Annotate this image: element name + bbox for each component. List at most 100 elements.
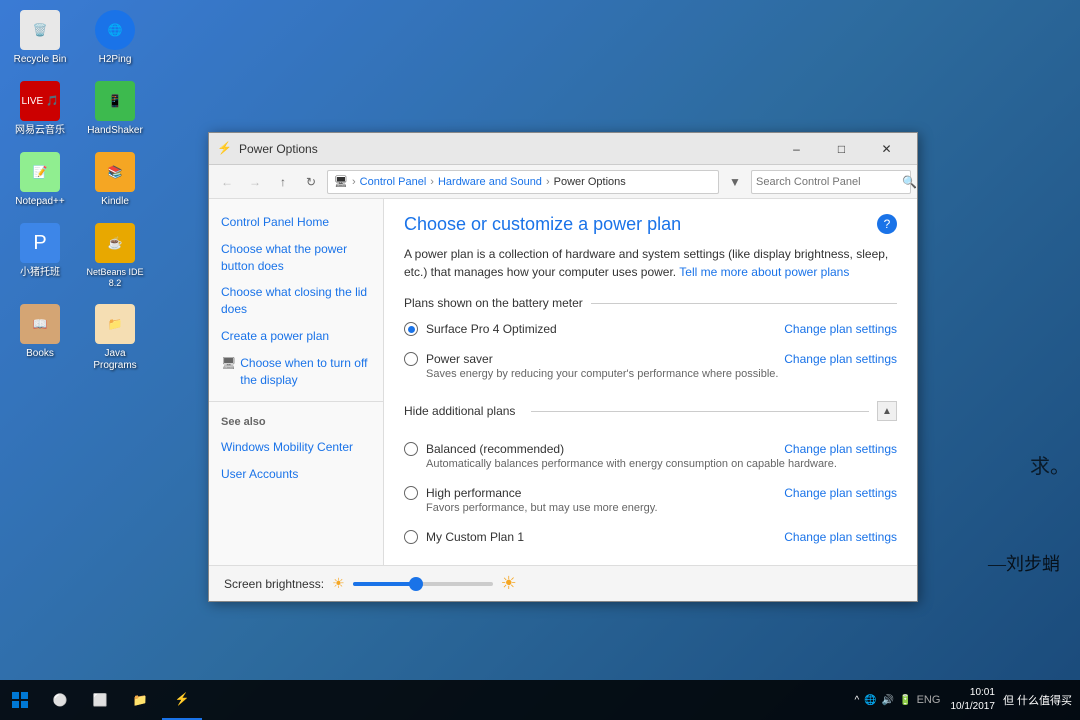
taskbar-network[interactable]: 🌐 [864, 695, 876, 706]
sidebar-item-control-panel-home[interactable]: Control Panel Home [209, 209, 383, 236]
breadcrumb-control-panel[interactable]: Control Panel [360, 176, 427, 188]
refresh-button[interactable]: ↻ [299, 170, 323, 194]
breadcrumb-hardware-sound[interactable]: Hardware and Sound [438, 176, 542, 188]
breadcrumb-icon: 🖥 [334, 175, 348, 188]
windows-logo [12, 692, 28, 708]
taskbar-battery[interactable]: 🔋 [899, 695, 911, 706]
taskbar-brand: 但 什么值得买 [995, 692, 1080, 708]
brightness-bar: Screen brightness: ☀ ☀ [209, 565, 917, 601]
taskbar-volume[interactable]: 🔊 [882, 695, 894, 706]
address-dropdown-button[interactable]: ▼ [723, 170, 747, 194]
taskbar-chevron[interactable]: ^ [855, 695, 860, 706]
search-button[interactable]: ⚪ [45, 685, 75, 715]
desktop-icon-row-2: LIVE 🎵 网易云音乐 📱 HandShaker [10, 81, 145, 137]
display-icon: 🖥 [221, 355, 236, 372]
hide-divider [531, 411, 869, 412]
plan-power-saver-label[interactable]: Power saver [404, 352, 493, 366]
sidebar-item-windows-mobility[interactable]: Windows Mobility Center [209, 434, 383, 461]
brightness-label: Screen brightness: [224, 577, 324, 591]
taskbar-apps: 📁 ⚡ [120, 680, 855, 720]
sidebar-item-user-accounts[interactable]: User Accounts [209, 461, 383, 488]
desktop: 🗑️ Recycle Bin 🌐 H2Ping LIVE 🎵 网易云音乐 📱 H… [0, 0, 1080, 720]
minimize-button[interactable]: – [774, 133, 819, 165]
brightness-slider[interactable] [353, 582, 493, 586]
desktop-icon-row-4: P 小猪托班 ☕ NetBeans IDE 8.2 [10, 223, 145, 289]
books-icon[interactable]: 📖 Books [10, 304, 70, 372]
plan-custom-label[interactable]: My Custom Plan 1 [404, 530, 524, 544]
plan-high-performance-desc: Favors performance, but may use more ene… [426, 502, 897, 514]
plan-balanced: Balanced (recommended) Change plan setti… [404, 438, 897, 474]
java-programs-icon[interactable]: 📁 Java Programs [85, 304, 145, 372]
brightness-thumb[interactable] [409, 577, 423, 591]
plan-balanced-change[interactable]: Change plan settings [784, 442, 897, 456]
kindle-icon[interactable]: 📚 Kindle [85, 152, 145, 208]
plan-high-performance: High performance Change plan settings Fa… [404, 482, 897, 518]
window-icon: ⚡ [217, 141, 233, 157]
plan-custom: My Custom Plan 1 Change plan settings [404, 526, 897, 548]
plan-surface-pro-4-radio[interactable] [404, 322, 418, 336]
desktop-icon-row-1: 🗑️ Recycle Bin 🌐 H2Ping [10, 10, 145, 66]
taskbar: ⚪ ⬜ 📁 ⚡ ^ 🌐 🔊 🔋 ENG 10:01 10/1/2017 但 什么… [0, 680, 1080, 720]
netbeans-icon[interactable]: ☕ NetBeans IDE 8.2 [85, 223, 145, 289]
plan-surface-pro-4-label[interactable]: Surface Pro 4 Optimized [404, 322, 557, 336]
learn-more-link[interactable]: Tell me more about power plans [679, 265, 849, 279]
taskbar-sys-tray: ^ 🌐 🔊 🔋 ENG [855, 694, 951, 706]
help-button[interactable]: ? [877, 214, 897, 234]
plan-custom-radio[interactable] [404, 530, 418, 544]
plan-balanced-desc: Automatically balances performance with … [426, 458, 897, 470]
taskbar-date-display: 10/1/2017 [950, 700, 995, 714]
sidebar-item-power-button[interactable]: Choose what the power button does [209, 236, 383, 280]
plan-power-saver-desc: Saves energy by reducing your computer's… [426, 368, 897, 380]
plan-power-saver-change[interactable]: Change plan settings [784, 352, 897, 366]
desktop-icon-row-5: 📖 Books 📁 Java Programs [10, 304, 145, 372]
plan-high-performance-label[interactable]: High performance [404, 486, 521, 500]
title-bar-controls: – □ ✕ [774, 133, 909, 165]
main-panel: ? Choose or customize a power plan A pow… [384, 199, 917, 565]
plan-custom-change[interactable]: Change plan settings [784, 530, 897, 544]
breadcrumb-power-options: Power Options [554, 176, 626, 188]
sidebar-item-closing-lid[interactable]: Choose what closing the lid does [209, 279, 383, 323]
close-button[interactable]: ✕ [864, 133, 909, 165]
taskbar-clock[interactable]: 10:01 10/1/2017 [950, 686, 995, 714]
plan-high-performance-radio[interactable] [404, 486, 418, 500]
address-bar: ← → ↑ ↻ 🖥 › Control Panel › Hardware and… [209, 165, 917, 199]
plan-surface-pro-4-change[interactable]: Change plan settings [784, 322, 897, 336]
plan-balanced-label[interactable]: Balanced (recommended) [404, 442, 564, 456]
forward-button[interactable]: → [243, 170, 267, 194]
up-button[interactable]: ↑ [271, 170, 295, 194]
live-icon[interactable]: LIVE 🎵 网易云音乐 [10, 81, 70, 137]
search-box: 🔍 [751, 170, 911, 194]
handshaker-icon[interactable]: 📱 HandShaker [85, 81, 145, 137]
taskbar-power-options[interactable]: ⚡ [162, 680, 202, 720]
plan-power-saver-radio[interactable] [404, 352, 418, 366]
brightness-fill [353, 582, 416, 586]
taskbar-explorer[interactable]: 📁 [120, 680, 160, 720]
side-annotation-1: 求。 [1030, 450, 1070, 479]
plan-power-saver: Power saver Change plan settings Saves e… [404, 348, 897, 384]
sidebar-divider [209, 401, 383, 402]
plan-balanced-radio[interactable] [404, 442, 418, 456]
hide-section-label: Hide additional plans [404, 404, 523, 418]
sidebar-item-create-plan[interactable]: Create a power plan [209, 323, 383, 350]
task-view-button[interactable]: ⬜ [85, 685, 115, 715]
plan-surface-pro-4: Surface Pro 4 Optimized Change plan sett… [404, 318, 897, 340]
brightness-high-icon: ☀ [501, 573, 517, 594]
plan-high-performance-change[interactable]: Change plan settings [784, 486, 897, 500]
breadcrumb: 🖥 › Control Panel › Hardware and Sound ›… [327, 170, 719, 194]
side-annotation-2: —刘步蛸 [988, 550, 1060, 576]
search-input[interactable] [756, 176, 898, 188]
collapse-button[interactable]: ▲ [877, 401, 897, 421]
title-bar: ⚡ Power Options – □ ✕ [209, 133, 917, 165]
back-button[interactable]: ← [215, 170, 239, 194]
panel-description: A power plan is a collection of hardware… [404, 245, 897, 281]
maximize-button[interactable]: □ [819, 133, 864, 165]
start-button[interactable] [0, 680, 40, 720]
desktop-icon-row-3: 📝 Notepad++ 📚 Kindle [10, 152, 145, 208]
xiaozhu-icon[interactable]: P 小猪托班 [10, 223, 70, 289]
sidebar-item-turn-off-display[interactable]: 🖥 Choose when to turn off the display [209, 350, 383, 394]
recycle-bin-icon[interactable]: 🗑️ Recycle Bin [10, 10, 70, 66]
taskbar-eng: ENG [917, 694, 941, 706]
search-icon[interactable]: 🔍 [902, 175, 917, 189]
h2ping-desktop-icon[interactable]: 🌐 H2Ping [85, 10, 145, 66]
notepadpp-icon[interactable]: 📝 Notepad++ [10, 152, 70, 208]
